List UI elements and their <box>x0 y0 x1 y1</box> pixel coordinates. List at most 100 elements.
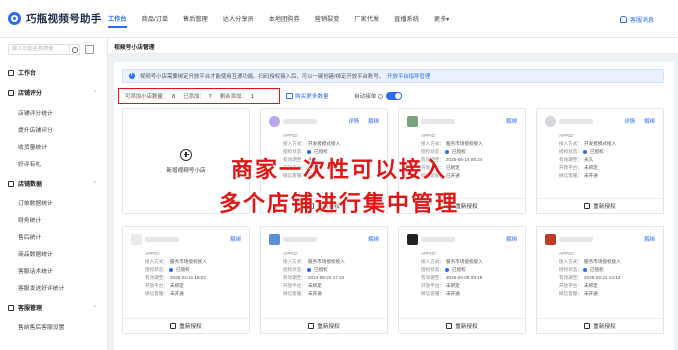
nav-sharers[interactable]: 达人分享员 <box>223 0 254 38</box>
detail-link[interactable]: 详情 <box>348 117 359 125</box>
sidebar-item-after-sales-stats[interactable]: 售后统计 <box>18 232 41 241</box>
stat-remain: 剩余添加： 1 <box>219 94 254 100</box>
sidebar-group-store-rating[interactable]: 店铺评分 ^ <box>0 88 108 97</box>
field-access: 接入方式： 开发者模式接入 <box>283 141 341 146</box>
reauth-button[interactable]: 重新授权 <box>123 318 249 333</box>
store-avatar <box>131 234 142 245</box>
unbind-link[interactable]: 解绑 <box>368 117 379 125</box>
top-bar: 巧瓶视频号助手 工作台 商品/订单 售后管理 达人分享员 本地团购券 营销裂变 … <box>0 0 678 38</box>
collapse-icon[interactable] <box>85 45 94 54</box>
chevron-up-icon: ^ <box>93 89 96 96</box>
chevron-up-icon: ^ <box>93 304 96 311</box>
store-count-stats: 可添加小店数量： 8 已添加： 7 剩余添加： 1 <box>118 88 280 104</box>
edit-icon <box>584 323 591 329</box>
field-expire: 有效期至： 2025-04-09 08:18 <box>421 275 483 280</box>
nav-after-sales[interactable]: 售后管理 <box>183 0 208 38</box>
unbind-link[interactable]: 解绑 <box>230 235 241 243</box>
field-access: 接入方式： 服务市场授权接入 <box>559 259 621 264</box>
nav-live[interactable]: 直播系统 <box>394 0 419 38</box>
store-avatar <box>407 234 418 245</box>
store-name-redacted <box>559 119 593 124</box>
page-title: 视频号小店管理 <box>114 45 155 51</box>
buy-more-link[interactable]: 购买更多数量 <box>286 92 329 100</box>
stat-limit: 可添加小店数量： 8 <box>125 94 176 100</box>
reauth-button[interactable]: 重新授权 <box>399 318 525 333</box>
sidebar-group-label: 工作台 <box>18 71 37 77</box>
field-status: 授权状态： 已授权 <box>421 267 466 272</box>
sidebar-item-improve-rating[interactable]: 提升店铺评分 <box>18 125 53 134</box>
field-expire: 有效期至： 2024-08-22 17:22 <box>283 275 345 280</box>
unbind-link[interactable]: 解绑 <box>506 235 517 243</box>
auto-accept-label: 自动接单 <box>354 94 377 100</box>
detail-link[interactable]: 详情 <box>624 117 635 125</box>
help-icon[interactable] <box>378 93 384 99</box>
field-expire: 有效期至： 2025-04-11 18:02 <box>145 275 206 280</box>
notice-text: 视频号小店需要绑定开放平台才能使用互通功能。扫码授权接入后，可以一键创建/绑定开… <box>140 74 385 80</box>
edit-icon <box>446 323 453 329</box>
info-notice: 视频号小店需要绑定开放平台才能使用互通功能。扫码授权接入后，可以一键创建/绑定开… <box>122 69 664 83</box>
store-name-redacted <box>283 237 317 242</box>
store-avatar <box>269 234 280 245</box>
cart-icon <box>286 93 293 99</box>
field-access: 接入方式： 开发者模式接入 <box>559 141 617 146</box>
nav-dropship[interactable]: 厂家代发 <box>354 0 379 38</box>
main-nav: 工作台 商品/订单 售后管理 达人分享员 本地团购券 营销裂变 厂家代发 直播系… <box>108 0 464 38</box>
field-open: 开放平台： 未绑定 <box>559 283 598 288</box>
sidebar-item-rating-stats[interactable]: 店铺评分统计 <box>18 108 53 117</box>
unbind-link[interactable]: 解绑 <box>644 117 655 125</box>
customer-messages-link[interactable]: 客服消息 <box>619 0 654 38</box>
page-header: 视频号小店管理 <box>108 38 678 54</box>
field-appid: APPID： <box>421 251 440 256</box>
sidebar-group-cs[interactable]: 客服管理 ^ <box>0 303 108 312</box>
nav-products-orders[interactable]: 商品/订单 <box>142 0 168 38</box>
store-card: 解绑 APPID： 接入方式： 服务市场授权接入 授权状态： 已授权 有效期至： 20… <box>536 226 664 334</box>
edit-icon <box>308 323 315 329</box>
sidebar-item-receipt-stats[interactable]: 收货量统计 <box>18 142 47 151</box>
sidebar-item-review-send-stats[interactable]: 客服发送好评统计 <box>18 283 64 292</box>
notice-link[interactable]: 开放平台指导管理 <box>387 72 430 80</box>
nav-more[interactable]: 更多▾ <box>434 0 449 38</box>
sidebar-search-input[interactable]: 输入功能名称搜索 <box>8 44 70 55</box>
sidebar-item-script-stats[interactable]: 客服话术统计 <box>18 266 53 275</box>
logo-icon <box>8 12 21 25</box>
info-icon <box>129 72 135 79</box>
unbind-link[interactable]: 解绑 <box>644 235 655 243</box>
sidebar-item-cs-settings[interactable]: 售前售后客服设置 <box>18 322 64 331</box>
app-logo[interactable]: 巧瓶视频号助手 <box>0 11 108 26</box>
unbind-link[interactable]: 解绑 <box>506 117 517 125</box>
field-expire: 有效期至： 2025-03-21 14:13 <box>559 275 621 280</box>
sidebar-group-workbench[interactable]: 工作台 <box>0 68 108 77</box>
search-icon[interactable] <box>70 44 80 55</box>
auto-accept-toggle[interactable] <box>386 92 403 100</box>
workbench-icon <box>8 69 14 76</box>
field-status: 授权状态： 已授权 <box>145 267 190 272</box>
field-access: 接入方式： 服务市场授权接入 <box>283 259 345 264</box>
promo-caption-line-2: 多个店铺进行集中管理 <box>218 192 459 217</box>
store-card: 解绑 APPID： 接入方式： 服务市场授权接入 授权状态： 已授权 有效期至： 20… <box>260 226 388 334</box>
field-access: 接入方式： 服务市场授权接入 <box>421 141 483 146</box>
reauth-button[interactable]: 重新授权 <box>261 318 387 333</box>
rating-icon <box>8 89 14 96</box>
field-access: 接入方式： 服务市场授权接入 <box>145 259 207 264</box>
stat-added: 已添加： 7 <box>183 94 212 100</box>
promo-caption-line-1: 商家一次性可以接入 <box>230 158 447 183</box>
field-appid: APPID： <box>145 251 164 256</box>
buy-more-label: 购买更多数量 <box>295 94 329 100</box>
store-name-redacted <box>283 119 317 124</box>
store-name-redacted <box>559 237 593 242</box>
sidebar-group-label: 店铺评分 <box>18 91 43 97</box>
nav-workbench[interactable]: 工作台 <box>108 0 127 38</box>
store-name-redacted <box>421 237 455 242</box>
store-avatar <box>269 116 280 127</box>
unbind-link[interactable]: 解绑 <box>368 235 379 243</box>
field-appid: APPID： <box>283 133 302 138</box>
nav-group-coupons[interactable]: 本地团购券 <box>269 0 300 38</box>
sidebar-item-product-stats[interactable]: 商品数据统计 <box>18 249 53 258</box>
auto-accept: 自动接单 <box>354 92 403 100</box>
store-card: 解绑 APPID： 接入方式： 服务市场授权接入 授权状态： 已授权 有效期至： 20… <box>398 226 526 334</box>
sidebar-group-label: 客服管理 <box>18 306 43 312</box>
nav-marketing[interactable]: 营销裂变 <box>315 0 340 38</box>
field-open: 开放平台： 未绑定 <box>421 283 460 288</box>
reauth-button[interactable]: 重新授权 <box>537 318 663 333</box>
customer-messages-label: 客服消息 <box>629 17 654 24</box>
